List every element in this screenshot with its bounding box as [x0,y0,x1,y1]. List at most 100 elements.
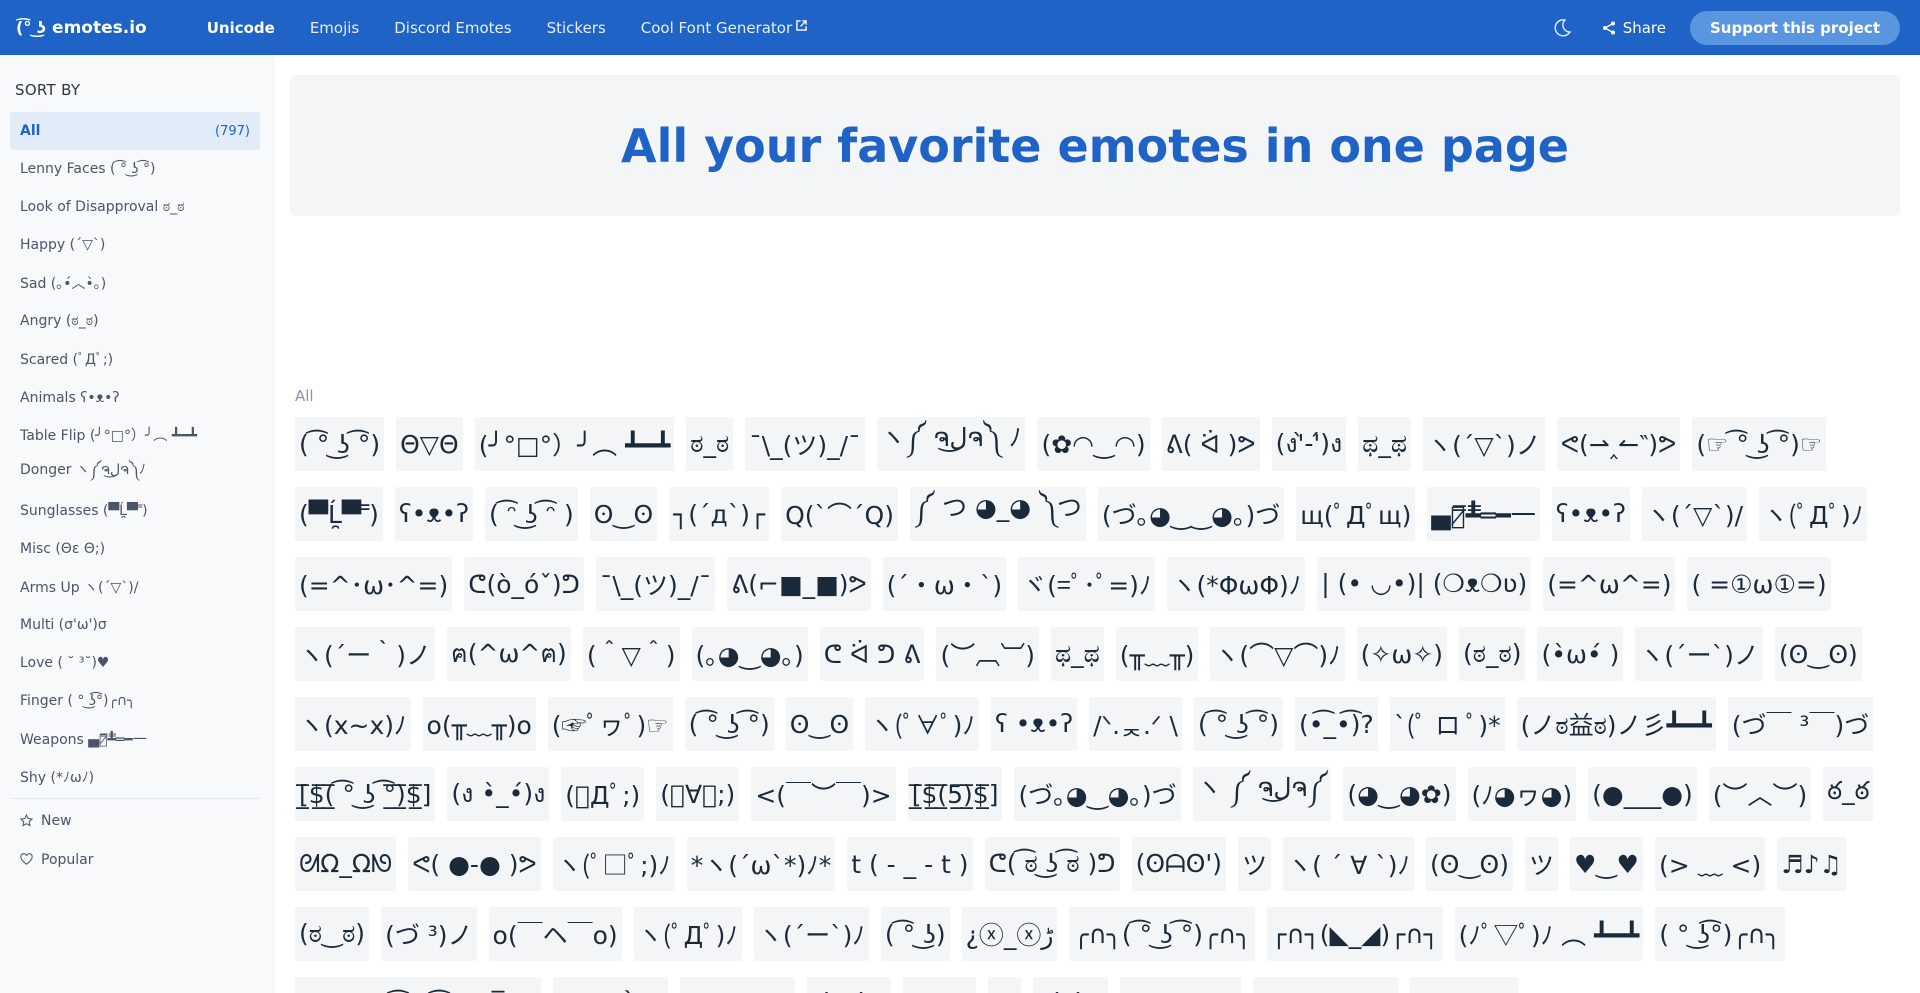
sidebar-item-misc[interactable]: Misc (Θε Θ;) [10,530,260,568]
sidebar-item-angry[interactable]: Angry (ಠ_ಠ) [10,302,260,340]
nav-unicode[interactable]: Unicode [207,19,275,37]
emote-tile[interactable]: <(￣︶￣)> [751,767,896,821]
emote-tile[interactable]: ヽ(ﾟ∀ﾟ)ﾉ [865,697,979,751]
emote-tile[interactable]: [̲̅$̲̅(̲̅5̲̅)̲̅$̲̅] [907,767,1003,821]
emote-tile[interactable]: o(￣ヘ￣o) [488,907,622,961]
emote-tile[interactable]: (ಠ_ಠ) [1458,627,1526,681]
sidebar-item-finger[interactable]: Finger ( ° ͜ʖ͡°)╭∩╮ [10,682,260,720]
emote-tile[interactable]: (◕‿◕✿) [1343,767,1456,821]
emote-tile[interactable]: (ง •̀_•́)ง [447,767,550,821]
emote-tile[interactable]: ヽ(ﾟДﾟ)ﾉ [1759,487,1868,541]
emote-tile[interactable]: Q(`⌒´Q) [781,487,898,541]
sidebar-item-arms-up[interactable]: Arms Up ヽ(´▽`)/ [10,568,260,606]
emote-tile[interactable]: t ( - _ - t ) [847,837,973,891]
emote-tile[interactable]: ツ [1525,837,1559,891]
sidebar-item-weapons[interactable]: Weapons ▄︻̷̿┻̿═━一 [10,720,260,758]
sidebar-item-all[interactable]: All (797) [10,112,260,150]
emote-tile[interactable]: (☞ﾟヮﾟ)☞ [547,697,673,751]
emote-tile[interactable]: (︶︿︶) [1708,767,1812,821]
emote-tile[interactable]: (︶︹︺) [936,627,1039,681]
emote-tile[interactable]: (ﾟ∀ﾟ;) [656,767,740,821]
sidebar-item-look-of-disapproval[interactable]: Look of Disapproval ಠ_ಠ [10,188,260,226]
emote-tile[interactable]: ʘ‿ʘ [589,487,658,541]
emote-tile[interactable]: (づ￣ ³￣)づ [1727,697,1874,751]
emote-tile[interactable]: (⌐■_■) [1409,977,1518,993]
emote-tile[interactable]: ヽ(ﾟ□ﾟ;)ﾉ [552,837,675,891]
emote-tile[interactable]: ヾ(=ﾟ･ﾟ=)ﾉ [1018,557,1156,611]
emote-tile[interactable]: ヽ(´ー`)ﾉ [753,907,869,961]
sidebar-item-new[interactable]: New [10,801,260,840]
emote-tile[interactable]: ヽ(´ー`)ノ [1635,627,1763,681]
emote-tile[interactable]: ツ [1238,837,1272,891]
emote-tile[interactable]: ¯\_(ツ)_/¯ [745,417,865,471]
share-button[interactable]: Share [1602,19,1666,37]
emote-tile[interactable]: (╯°□°）╯︵ ┻━┻ [474,417,675,471]
sidebar-item-table-flip[interactable]: Table Flip (╯°□°）╯︵ ┻━┻ [10,416,260,454]
sidebar-item-scared[interactable]: Scared (ﾟДﾟ;) [10,340,260,378]
emote-tile[interactable]: *ヽ(´ω`*)ﾉ* [686,837,836,891]
emote-tile[interactable]: [̲̅$̲̅(̲̅ ͡° ͜ʖ ͡°̲̅)̲̅$̲̅] [295,767,436,821]
emote-tile[interactable]: ᕕ( ᐛ )ᕗ [1161,417,1260,471]
emote-tile[interactable]: ヽ༼ ຈل͜ຈ༽ ﾉ [876,417,1026,471]
sidebar-item-lenny-faces[interactable]: Lenny Faces ( ͡° ͜ʖ ͡°) [10,150,260,188]
emote-tile[interactable]: ╭∩╮( ͡° ͜ʖ ͡°)╭∩╮ [1069,907,1256,961]
emote-tile[interactable]: ヽ(´▽`)/ [1641,487,1748,541]
emote-tile[interactable]: ヽ ༼ ຈل͜ຈ༼ [1192,767,1332,821]
emote-tile[interactable]: щ(ﾟДﾟщ) [1296,487,1416,541]
nav-stickers[interactable]: Stickers [547,19,606,37]
emote-tile[interactable]: (｡◕‿◕｡) [691,627,808,681]
sidebar-item-sunglasses[interactable]: Sunglasses (▀̿Ĺ̯▀̿ ̿) [10,492,260,530]
emote-tile[interactable]: ᘛΩ_Ωᘚ [295,837,397,891]
emote-tile[interactable]: Θ▽Θ [396,417,463,471]
emote-tile[interactable]: ᕙ(⇀‸↼‶)ᕗ [1556,417,1681,471]
emote-tile[interactable]: (ﾉ◕ヮ◕) [1467,767,1577,821]
emote-tile[interactable]: ʕ •ᴥ•ʔ [990,697,1078,751]
emote-tile[interactable]: ᕦ( ͡ಠ ͜ʖ ͡ಠ )ᕤ [984,837,1120,891]
emote-tile[interactable]: ♬♪♫ [1777,837,1847,891]
emote-tile[interactable]: (ʘᗩʘ') [1131,837,1227,891]
brand-logo[interactable]: (͡° ͜ʖ emotes.io [16,18,147,38]
emote-tile[interactable]: (ಠ‿ಠ) [295,907,370,961]
emote-tile[interactable]: ᕕ(⌐■_■)ᕗ [727,557,871,611]
emote-tile[interactable]: | (• ◡•)| (❍ᴥ❍ʋ) [1317,557,1532,611]
emote-tile[interactable]: (ʘ‿ʘ) [1774,627,1862,681]
nav-emojis[interactable]: Emojis [310,19,359,37]
emote-tile[interactable]: ¿ⓧ_ⓧﮌ [961,907,1058,961]
emote-tile[interactable]: (•͡_•͡)? [1295,697,1378,751]
emote-tile[interactable]: ヽ(´▽`)ノ [1423,417,1545,471]
emote-tile[interactable]: (づ｡◕‿◕｡)づ [1014,767,1181,821]
sidebar-item-donger[interactable]: Donger ヽ༼ຈل͜ຈ༽ﾉ [10,454,260,492]
emote-tile[interactable]: ༼ つ ◕_◕ ༽つ [910,487,1086,541]
sidebar-item-shy[interactable]: Shy (*ﾉωﾉ) [10,758,260,796]
sidebar-item-popular[interactable]: Popular [10,840,260,879]
emote-tile[interactable]: ヽ(*ΦωΦ)ﾉ [1167,557,1306,611]
emote-tile[interactable]: ツ [988,977,1022,993]
emote-tile[interactable]: ಥ_ಥ [1358,417,1412,471]
emote-tile[interactable]: ‾‾\_ʒ=( ͡° ͜ʖ ͡°)=ε/̵͇̿̿/’̿’̿ ̿ [295,977,541,993]
emote-tile[interactable]: (ง'̀-'́)ง [1033,977,1108,993]
emote-tile[interactable]: ( =①ω①=) [1687,557,1831,611]
emote-tile[interactable]: ( ͡ᵔ ͜ʖ ͡ᵔ ) [485,487,578,541]
emote-tile[interactable]: (╥﹏╥) [1115,627,1199,681]
sidebar-item-sad[interactable]: Sad (｡•́︿•̀｡) [10,264,260,302]
emote-tile[interactable]: /ᐠ.ᆽ.ᐟ \ [1089,697,1182,751]
emote-tile[interactable]: (づ ³)ノ [381,907,477,961]
nav-cool-font-generator[interactable]: Cool Font Generator [641,19,807,37]
emote-tile[interactable]: (=^･ω･^=) [295,557,453,611]
emote-tile[interactable]: (ﾉﾟ▽ﾟ)ﾉ ︵ ┻━┻ [1454,907,1644,961]
emote-tile[interactable]: (☞ ͡° ͜ʖ ͡°)☞ [1692,417,1827,471]
sidebar-item-happy[interactable]: Happy (´▽`) [10,226,260,264]
emote-tile[interactable]: ヽ(ﾟДﾟ)ﾉ [633,907,742,961]
emote-tile[interactable]: ಠ_ಠ [686,417,734,471]
sidebar-item-multi[interactable]: Multi (σ'ω')σ [10,606,260,644]
emote-tile[interactable]: (ﾟДﾟ;) [561,767,645,821]
emote-tile[interactable]: (✧ω✧) [1356,627,1447,681]
sidebar-item-animals[interactable]: Animals ʕ•ᴥ•ʔ [10,378,260,416]
emote-tile[interactable]: ʕ•ᴥ•ʔ [1551,487,1630,541]
emote-tile[interactable]: (=^ω^=) [1543,557,1676,611]
emote-tile[interactable]: ( ͡° ͜ʖ ͡°) [295,417,385,471]
emote-tile[interactable]: ▄︻̷̿┻̿═━一 [1427,487,1540,541]
emote-tile[interactable]: ヽ(´ｰ｀)ﾉ [552,977,668,993]
emote-tile[interactable]: (づ｡◕‿‿◕｡)づ [1097,487,1285,541]
emote-tile[interactable]: ᕦ ᐛ ᕤ ᕕ [819,627,925,681]
